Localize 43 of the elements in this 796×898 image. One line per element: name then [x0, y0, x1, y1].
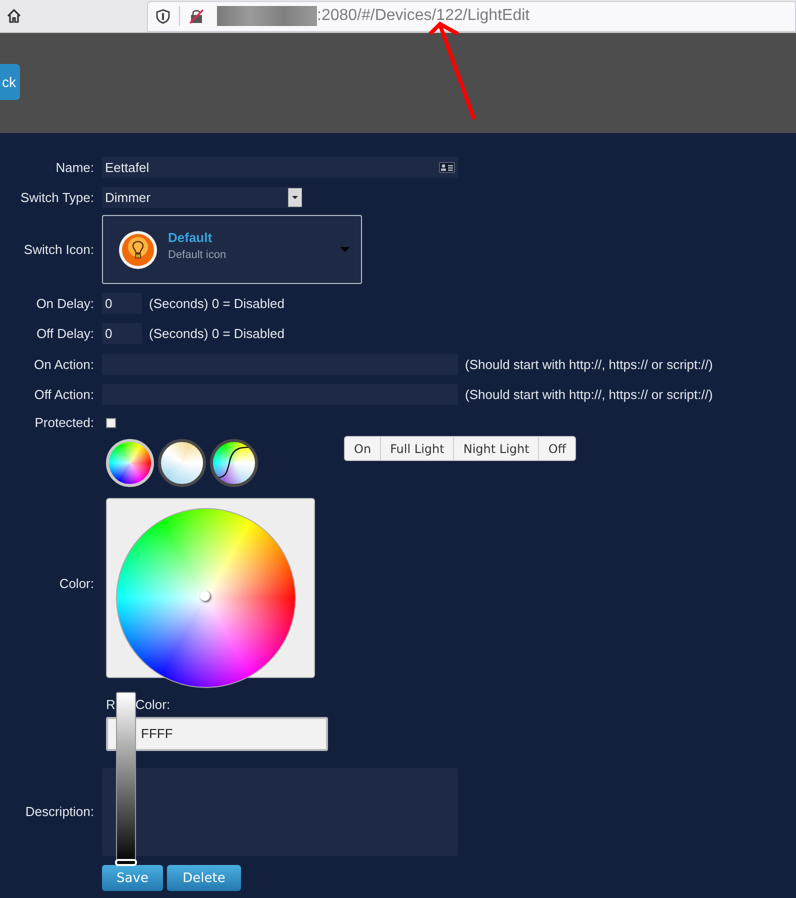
protected-checkbox[interactable]	[106, 418, 116, 428]
dropdown-arrow-icon[interactable]	[288, 188, 302, 207]
preset-button[interactable]: Full Light	[380, 437, 454, 460]
url-text: :2080/#/Devices/122/LightEdit	[317, 6, 530, 26]
rgb-label-start: R	[106, 696, 116, 714]
field-label: Off Delay:	[35, 324, 94, 343]
field-label: Switch Icon:	[22, 240, 94, 259]
delay-hint: (Seconds) 0 = Disabled	[149, 294, 284, 313]
name-field[interactable]: Eettafel	[102, 157, 458, 178]
id-card-icon[interactable]	[439, 162, 455, 173]
address-bar[interactable]: :2080/#/Devices/122/LightEdit	[147, 0, 796, 32]
color-mode-button[interactable]	[158, 439, 206, 487]
field-label: Off Action:	[33, 386, 94, 404]
field-label: Switch Type:	[20, 188, 94, 207]
rgb-field[interactable]: FFFF	[106, 716, 328, 750]
switch-type-select[interactable]: Dimmer	[102, 187, 302, 208]
home-icon[interactable]	[6, 8, 22, 24]
field-label: Color:	[58, 575, 94, 594]
field-label: On Delay:	[35, 294, 94, 313]
field-label: On Action:	[33, 356, 94, 374]
field-label: Description:	[24, 802, 94, 821]
icon-picker[interactable]: Default Default icon	[102, 215, 362, 284]
preset-button[interactable]: Night Light	[453, 437, 538, 460]
action-hint: (Should start with http://, https:// or script://)	[465, 356, 713, 374]
field-label: Name:	[54, 158, 94, 177]
icon-title: Default	[168, 228, 214, 246]
action-hint: (Should start with http://, https:// or script://)	[465, 386, 713, 404]
description-field[interactable]	[102, 768, 458, 856]
preset-button[interactable]: On	[345, 437, 380, 460]
preset-button[interactable]: Off	[538, 437, 576, 460]
delay-field[interactable]: 0	[102, 293, 142, 314]
insecure-lock-icon[interactable]	[189, 8, 204, 24]
brightness-slider[interactable]	[116, 692, 136, 866]
field-label: Protected:	[34, 414, 94, 432]
icon-subtitle: Default icon	[168, 248, 226, 263]
delay-hint: (Seconds) 0 = Disabled	[149, 324, 284, 343]
back-button[interactable]: ck	[0, 64, 20, 100]
shield-icon[interactable]	[156, 8, 170, 24]
slider-thumb[interactable]	[115, 859, 137, 866]
lightbulb-icon	[118, 230, 158, 270]
delay-field[interactable]: 0	[102, 323, 142, 344]
rgb-label-end: Color:	[135, 696, 170, 714]
color-mode-button[interactable]	[210, 439, 258, 487]
